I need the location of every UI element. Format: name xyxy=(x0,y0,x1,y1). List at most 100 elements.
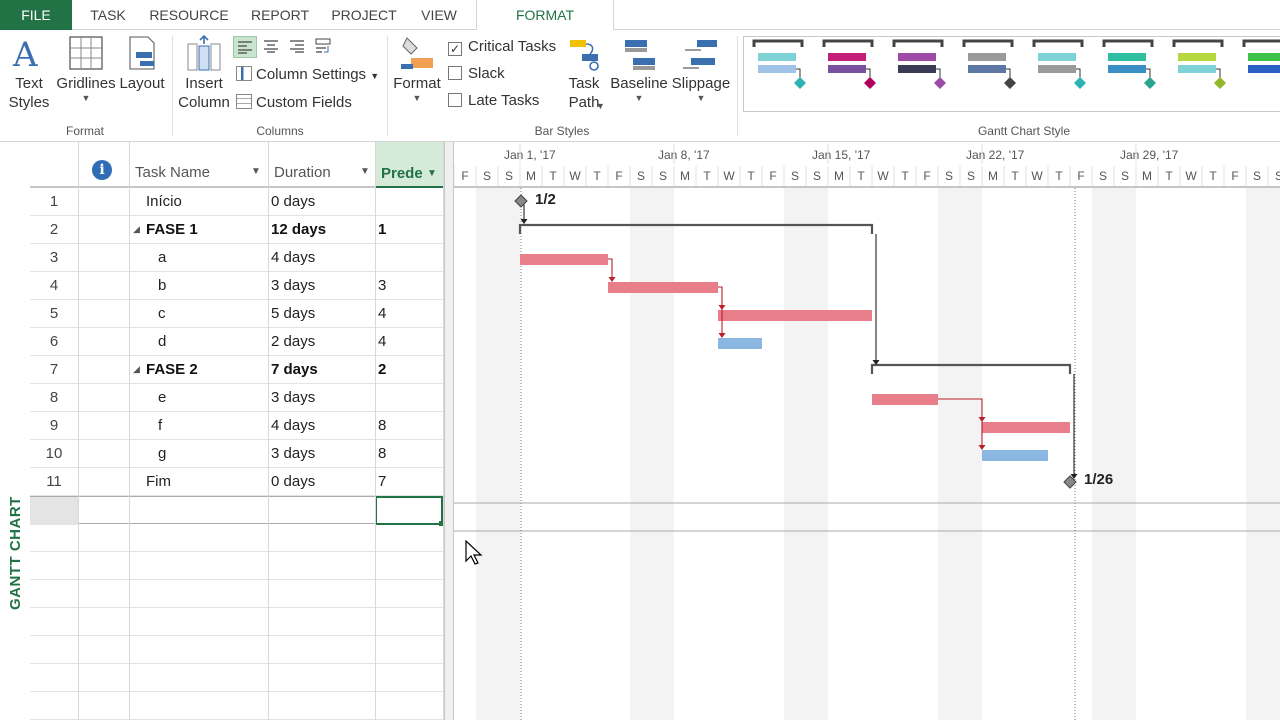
task-name-cell[interactable]: c xyxy=(158,300,166,328)
predecessors-header[interactable]: Prede ▼ xyxy=(375,142,443,188)
table-row[interactable]: 10 g 3 days 8 xyxy=(30,440,448,468)
table-row[interactable]: 5 c 5 days 4 xyxy=(30,300,448,328)
tab-view[interactable]: VIEW xyxy=(416,0,462,30)
weekend-shading xyxy=(1268,188,1280,720)
tab-project[interactable]: PROJECT xyxy=(328,0,400,30)
duration-cell[interactable]: 5 days xyxy=(271,300,315,328)
text-styles-button[interactable]: A Text Styles xyxy=(6,34,52,112)
wrap-text-button[interactable] xyxy=(312,36,336,58)
day-label: W xyxy=(1031,169,1043,183)
duration-cell[interactable]: 4 days xyxy=(271,412,315,440)
weekend-shading xyxy=(1246,188,1268,720)
duration-cell[interactable]: 0 days xyxy=(271,188,315,216)
tab-file[interactable]: FILE xyxy=(0,0,72,30)
duration-cell[interactable]: 3 days xyxy=(271,384,315,412)
tab-resource[interactable]: RESOURCE xyxy=(146,0,232,30)
duration-cell[interactable]: 4 days xyxy=(271,244,315,272)
duration-cell[interactable]: 12 days xyxy=(271,216,326,244)
predecessors-cell[interactable]: 1 xyxy=(378,216,386,244)
day-label: F xyxy=(461,169,468,183)
insert-column-button[interactable]: Insert Column xyxy=(176,34,232,112)
format-bar-label: Format xyxy=(393,75,441,92)
gantt-chart-svg: Jan 1, '17 Jan 8, '17 Jan 15, '17 Jan 22, '… xyxy=(454,142,1280,720)
table-row[interactable]: 1 Início 0 days xyxy=(30,188,448,216)
predecessors-cell[interactable]: 4 xyxy=(378,328,386,356)
collapse-triangle-icon[interactable]: ◢ xyxy=(133,356,140,384)
duration-cell[interactable]: 3 days xyxy=(271,272,315,300)
tab-task[interactable]: TASK xyxy=(86,0,130,30)
align-left-button[interactable] xyxy=(233,36,257,58)
slippage-button[interactable]: Slippage ▼ xyxy=(670,34,732,103)
weekend-shading xyxy=(652,188,674,720)
gallery-milestone-diamond xyxy=(934,77,946,89)
pane-splitter[interactable] xyxy=(444,142,454,720)
slack-check-icon xyxy=(448,66,462,80)
task-name-header[interactable]: Task Name ▼ xyxy=(135,164,265,181)
gantt-chart[interactable]: Jan 1, '17 Jan 8, '17 Jan 15, '17 Jan 22, '… xyxy=(454,142,1280,720)
task-name-cell[interactable]: f xyxy=(158,412,162,440)
align-center-button[interactable] xyxy=(260,36,284,58)
duration-header[interactable]: Duration ▼ xyxy=(274,164,374,181)
critical-tasks-checkbox[interactable]: ✓ Critical Tasks xyxy=(448,36,556,58)
gantt-style-gallery[interactable] xyxy=(743,36,1280,112)
layout-label: Layout xyxy=(119,75,165,92)
table-row[interactable] xyxy=(30,636,448,664)
day-label: S xyxy=(967,169,975,183)
duration-cell[interactable]: 2 days xyxy=(271,328,315,356)
table-row[interactable] xyxy=(30,692,448,720)
format-bar-button[interactable]: Format ▼ xyxy=(392,34,442,103)
predecessors-header-label: Prede xyxy=(381,165,423,182)
align-left-icon xyxy=(238,41,252,54)
predecessors-cell[interactable]: 3 xyxy=(378,272,386,300)
table-row[interactable] xyxy=(30,580,448,608)
task-name-cell[interactable]: a xyxy=(158,244,166,272)
table-row[interactable]: 2 ◢ FASE 1 12 days 1 xyxy=(30,216,448,244)
task-name-cell[interactable]: d xyxy=(158,328,166,356)
selected-cell[interactable] xyxy=(375,496,443,525)
task-name-cell[interactable]: e xyxy=(158,384,166,412)
table-row[interactable] xyxy=(30,496,448,526)
table-row[interactable]: 8 e 3 days xyxy=(30,384,448,412)
predecessors-cell[interactable]: 7 xyxy=(378,468,386,496)
duration-cell[interactable]: 3 days xyxy=(271,440,315,468)
table-row[interactable]: 7 ◢ FASE 2 7 days 2 xyxy=(30,356,448,384)
slack-checkbox[interactable]: Slack xyxy=(448,63,505,85)
task-name-cell[interactable]: FASE 2 xyxy=(146,356,198,384)
task-name-cell[interactable]: Fim xyxy=(146,468,171,496)
table-row[interactable] xyxy=(30,664,448,692)
column-settings-button[interactable]: Column Settings ▼ xyxy=(236,64,379,86)
custom-fields-button[interactable]: Custom Fields xyxy=(236,92,352,114)
predecessors-cell[interactable]: 2 xyxy=(378,356,386,384)
align-right-button[interactable] xyxy=(286,36,310,58)
table-row[interactable]: 6 d 2 days 4 xyxy=(30,328,448,356)
table-row[interactable]: 11 Fim 0 days 7 xyxy=(30,468,448,496)
predecessors-cell[interactable]: 4 xyxy=(378,300,386,328)
tab-report[interactable]: REPORT xyxy=(248,0,312,30)
table-row[interactable]: 9 f 4 days 8 xyxy=(30,412,448,440)
row-number: 5 xyxy=(49,305,59,322)
gallery-summary-bar xyxy=(752,39,804,47)
indicators-header[interactable]: i xyxy=(92,160,112,180)
layout-button[interactable]: Layout xyxy=(118,34,166,93)
gridlines-button[interactable]: Gridlines ▼ xyxy=(56,34,116,103)
tab-format[interactable]: FORMAT xyxy=(476,0,614,31)
duration-cell[interactable]: 7 days xyxy=(271,356,318,384)
collapse-triangle-icon[interactable]: ◢ xyxy=(133,216,140,244)
task-name-cell[interactable]: FASE 1 xyxy=(146,216,198,244)
gallery-task-bar xyxy=(828,65,866,73)
table-row[interactable] xyxy=(30,608,448,636)
table-row[interactable] xyxy=(30,524,448,552)
task-path-button[interactable]: Task Path ▼ xyxy=(560,34,608,112)
baseline-button[interactable]: Baseline ▼ xyxy=(610,34,668,103)
task-name-cell[interactable]: g xyxy=(158,440,166,468)
table-row[interactable]: 3 a 4 days xyxy=(30,244,448,272)
task-name-cell[interactable]: Início xyxy=(146,188,182,216)
late-tasks-checkbox[interactable]: Late Tasks xyxy=(448,90,539,112)
table-row[interactable] xyxy=(30,552,448,580)
link-a-b xyxy=(608,258,613,279)
predecessors-cell[interactable]: 8 xyxy=(378,412,386,440)
predecessors-cell[interactable]: 8 xyxy=(378,440,386,468)
task-name-cell[interactable]: b xyxy=(158,272,166,300)
table-row[interactable]: 4 b 3 days 3 xyxy=(30,272,448,300)
duration-cell[interactable]: 0 days xyxy=(271,468,315,496)
